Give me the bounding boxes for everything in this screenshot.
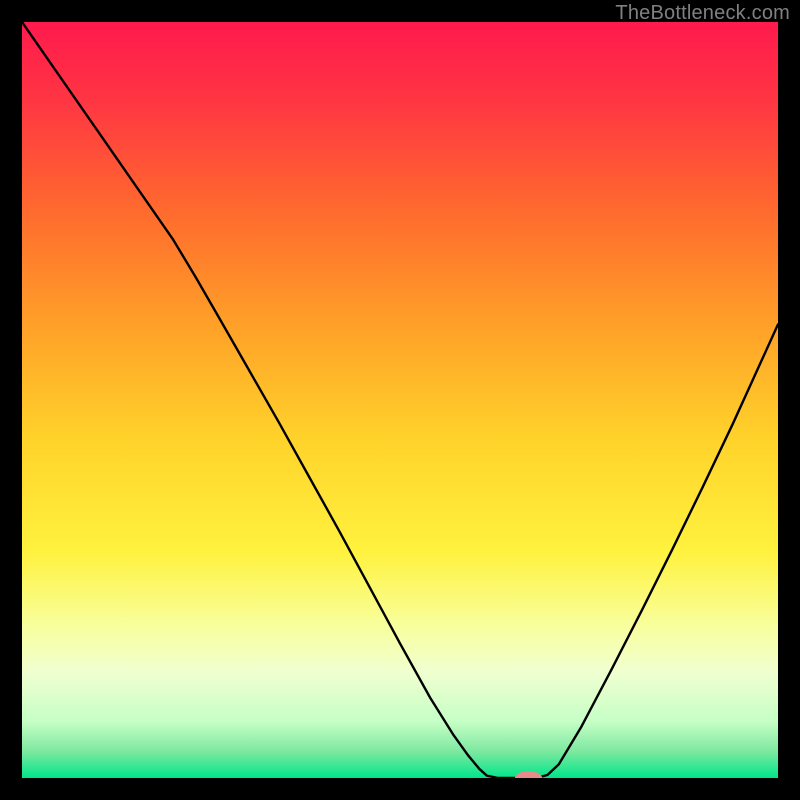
chart-frame: TheBottleneck.com xyxy=(0,0,800,800)
plot-area xyxy=(22,22,778,778)
bottleneck-chart xyxy=(22,22,778,778)
watermark-text: TheBottleneck.com xyxy=(615,2,790,25)
gradient-background xyxy=(22,22,778,778)
